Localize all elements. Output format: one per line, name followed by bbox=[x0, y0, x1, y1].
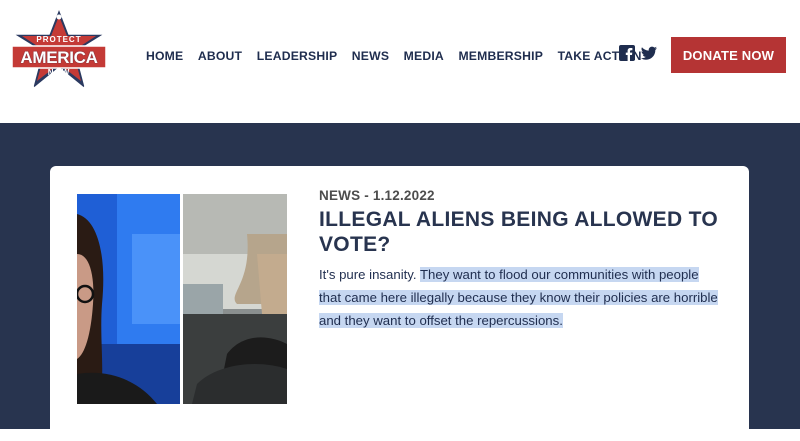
logo-bottom-text: NOW bbox=[47, 68, 71, 77]
site-logo[interactable]: PROTECT AMERICA NOW bbox=[10, 5, 108, 104]
site-header: PROTECT AMERICA NOW HOME ABOUT LEADERSHI… bbox=[0, 0, 800, 123]
social-links bbox=[619, 45, 663, 61]
excerpt-text: It's pure insanity. bbox=[319, 267, 420, 282]
main-nav: HOME ABOUT LEADERSHIP NEWS MEDIA MEMBERS… bbox=[146, 47, 656, 65]
article-title[interactable]: ILLEGAL ALIENS BEING ALLOWED TO VOTE? bbox=[319, 207, 729, 257]
nav-item-media[interactable]: MEDIA bbox=[404, 49, 444, 63]
thumbnail-image bbox=[77, 194, 287, 404]
nav-item-membership[interactable]: MEMBERSHIP bbox=[458, 49, 543, 63]
logo-main-text: AMERICA bbox=[20, 48, 98, 67]
nav-item-news[interactable]: NEWS bbox=[352, 49, 389, 63]
nav-item-home[interactable]: HOME bbox=[146, 49, 183, 63]
article-thumbnail[interactable] bbox=[77, 194, 287, 404]
article-meta: NEWS - 1.12.2022 bbox=[319, 188, 435, 203]
nav-item-leadership[interactable]: LEADERSHIP bbox=[257, 49, 338, 63]
nav-item-about[interactable]: ABOUT bbox=[198, 49, 242, 63]
facebook-icon[interactable] bbox=[619, 45, 635, 61]
logo-top-text: PROTECT bbox=[36, 35, 82, 44]
donate-button[interactable]: DONATE NOW bbox=[671, 37, 786, 73]
article-excerpt: It's pure insanity. They want to flood o… bbox=[319, 263, 719, 332]
twitter-icon[interactable] bbox=[641, 45, 657, 61]
